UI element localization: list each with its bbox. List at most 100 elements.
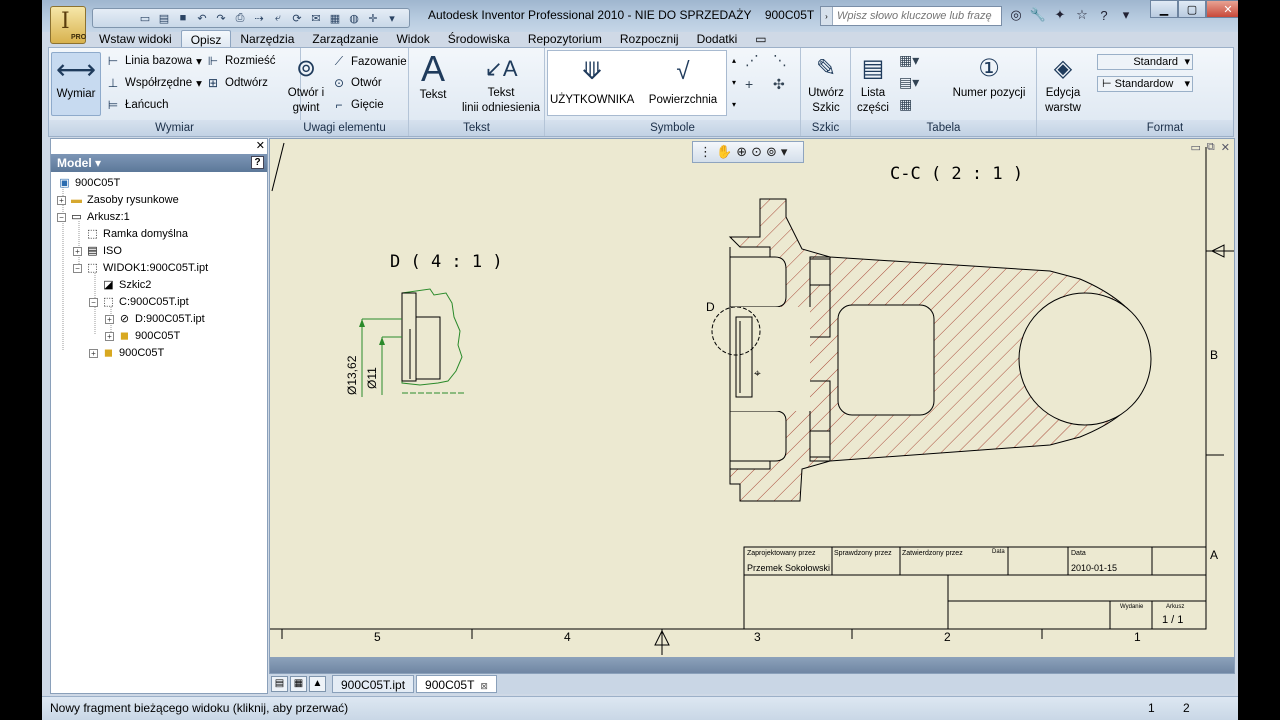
tab-widok[interactable]: Widok	[387, 30, 438, 48]
collapse-icon[interactable]: −	[89, 297, 98, 307]
tab-wstaw-widoki[interactable]: Wstaw widoki	[90, 30, 181, 48]
search-box[interactable]: ›	[820, 6, 1002, 26]
tree-item-border[interactable]: ⬚ Ramka domyślna	[85, 226, 188, 242]
binoculars-icon[interactable]: ◎	[1008, 7, 1024, 23]
title-block[interactable]	[743, 546, 1207, 630]
centermark-icon[interactable]: ✣	[773, 76, 785, 93]
collapse-icon[interactable]: −	[73, 263, 82, 273]
tree-item-sheet[interactable]: − ▭ Arkusz:1	[57, 209, 130, 225]
canvas-minimize-icon[interactable]: ▭	[1191, 141, 1201, 154]
tree-item-section-c[interactable]: − ⬚ C:900C05T.ipt	[89, 294, 189, 310]
update-icon[interactable]: ⟳	[289, 11, 305, 25]
expand-icon[interactable]: +	[57, 195, 66, 205]
tab-rozpocznij[interactable]: Rozpocznij	[611, 30, 688, 48]
doc-tab-part[interactable]: 900C05T.ipt	[332, 675, 415, 693]
tile-vertical-icon[interactable]: ▦	[290, 676, 307, 692]
save-icon[interactable]: ■	[175, 11, 191, 25]
dimension-button[interactable]: ⟷ Wymiar	[51, 52, 101, 116]
expand-icon[interactable]: +	[105, 331, 114, 341]
tab-dodatki[interactable]: Dodatki	[688, 30, 747, 48]
return-icon[interactable]: ⤶	[270, 11, 286, 25]
project-icon[interactable]: ▦	[327, 11, 343, 25]
help-icon[interactable]: ?	[1096, 7, 1112, 23]
text-button[interactable]: A Tekst	[415, 50, 451, 103]
tree-item-drawing[interactable]: ▣ 900C05T	[57, 175, 120, 191]
chamfer-button[interactable]: ⟋ Fazowanie	[331, 54, 407, 69]
expand-arrow-icon[interactable]: ›	[821, 7, 833, 25]
restore-button[interactable]: ▢	[1178, 0, 1206, 18]
zoom-all-icon[interactable]: ⊚	[766, 144, 777, 160]
zoom-window-icon[interactable]: ⊙	[751, 144, 762, 160]
color-icon[interactable]: ◍	[346, 11, 362, 25]
open-icon[interactable]: ▤	[156, 11, 172, 25]
style-select-2[interactable]: ⊢ Standardow ▾	[1097, 76, 1193, 92]
balloon-button[interactable]: ① Numer pozycji	[945, 52, 1033, 101]
doc-tab-drawing[interactable]: 900C05T ⊠	[416, 675, 497, 693]
tab-repozytorium[interactable]: Repozytorium	[519, 30, 611, 48]
tab-opisz[interactable]: Opisz	[180, 30, 232, 48]
expand-icon[interactable]: +	[89, 348, 98, 358]
tree-item-part-outer[interactable]: + ◼ 900C05T	[89, 345, 164, 361]
email-icon[interactable]: ✉	[308, 11, 324, 25]
help-dropdown-icon[interactable]: ▾	[1118, 7, 1134, 23]
expand-icon[interactable]: +	[73, 246, 82, 256]
weld-icon[interactable]: ⋱	[773, 52, 787, 69]
arrange-button[interactable]: ⊩ Rozmieść	[205, 54, 276, 68]
gallery-scroll[interactable]: ▴ ▾ ▾	[729, 50, 739, 116]
tab-zarzadzanie[interactable]: Zarządzanie	[303, 30, 387, 48]
bend-button[interactable]: ⌐ Gięcie	[331, 98, 383, 112]
style-select-1[interactable]: Standard ▾	[1097, 54, 1193, 70]
close-button[interactable]: ✕	[1206, 0, 1238, 18]
leader-text-button[interactable]: ↙A Tekst linii odniesienia	[459, 52, 543, 116]
drawing-canvas[interactable]: ⌖ D C-C ( 2 : 1 ) D ( 4 : 1 ) Ø13,62 Ø11	[269, 138, 1235, 674]
parts-list-button[interactable]: ▤ Lista części	[853, 52, 893, 116]
favorites-icon[interactable]: ☆	[1074, 7, 1090, 23]
datum-icon[interactable]: ⋰	[745, 52, 759, 69]
hole-table-icon[interactable]: ▦▾	[899, 52, 919, 69]
new-icon[interactable]: ▭	[137, 11, 153, 25]
tree-item-sketch2[interactable]: ◪ Szkic2	[101, 277, 151, 293]
horizontal-scrollbar[interactable]	[270, 657, 1234, 673]
pan-icon[interactable]: ✋	[716, 144, 732, 160]
subscription-icon[interactable]: 🔧	[1030, 7, 1046, 23]
hole-button[interactable]: ⊙ Otwór	[331, 76, 382, 90]
tile-horizontal-icon[interactable]: ▤	[271, 676, 288, 692]
tree-item-part-inner[interactable]: + ◼ 900C05T	[105, 328, 180, 344]
canvas-restore-icon[interactable]: ⧉	[1207, 141, 1215, 154]
create-sketch-button[interactable]: ✎ Utwórz Szkic	[803, 52, 849, 116]
tab-srodowiska[interactable]: Środowiska	[439, 30, 519, 48]
general-table-icon[interactable]: ▦	[899, 96, 912, 113]
select-icon[interactable]: ⇢	[251, 11, 267, 25]
tree-item-resources[interactable]: + ▬ Zasoby rysunkowe	[57, 192, 179, 208]
print-icon[interactable]: ⎙	[232, 11, 248, 25]
chain-button[interactable]: ⊨ Łańcuch	[105, 98, 169, 112]
redo-icon[interactable]: ↷	[213, 11, 229, 25]
tree-item-titleblock[interactable]: + ▤ ISO	[73, 243, 122, 259]
nav-menu-icon[interactable]: ▾	[781, 144, 788, 160]
centerline-icon[interactable]: +	[745, 76, 753, 92]
collapse-icon[interactable]: −	[57, 212, 66, 222]
revision-table-icon[interactable]: ▤▾	[899, 74, 919, 91]
retrieve-button[interactable]: ⊞ Odtwórz	[205, 76, 268, 90]
section-view-c[interactable]: ⌖	[711, 198, 1152, 502]
user-symbol-button[interactable]: ⟱ UŻYTKOWNIKA	[550, 55, 634, 108]
minimize-button[interactable]: ▁	[1150, 0, 1178, 18]
zoom-icon[interactable]: ⊕	[736, 144, 747, 160]
surface-button[interactable]: √ Powierzchnia	[640, 55, 726, 108]
customize-qat-icon[interactable]: ▾	[384, 11, 400, 25]
tab-narzedzia[interactable]: Narzędzia	[231, 30, 303, 48]
edit-layers-button[interactable]: ◈ Edycja warstw	[1039, 52, 1087, 116]
tab-list-icon[interactable]: ▲	[309, 676, 326, 692]
tree-item-view1[interactable]: − ⬚ WIDOK1:900C05T.ipt	[73, 260, 208, 276]
canvas-close-icon[interactable]: ✕	[1221, 141, 1230, 154]
search-input[interactable]	[833, 10, 993, 22]
application-menu-button[interactable]: I PRO	[50, 6, 86, 44]
expand-icon[interactable]: +	[105, 314, 114, 324]
hole-thread-button[interactable]: ⊚ Otwór i gwint	[283, 52, 329, 116]
communication-icon[interactable]: ✦	[1052, 7, 1068, 23]
ribbon-minimize-icon[interactable]: ▭	[746, 30, 766, 48]
close-tab-icon[interactable]: ⊠	[480, 681, 488, 691]
measure-icon[interactable]: ✛	[365, 11, 381, 25]
tree-item-detail-d[interactable]: + ⊘ D:900C05T.ipt	[105, 311, 205, 327]
ordinate-button[interactable]: ⊥ Współrzędne ▾	[105, 76, 202, 90]
